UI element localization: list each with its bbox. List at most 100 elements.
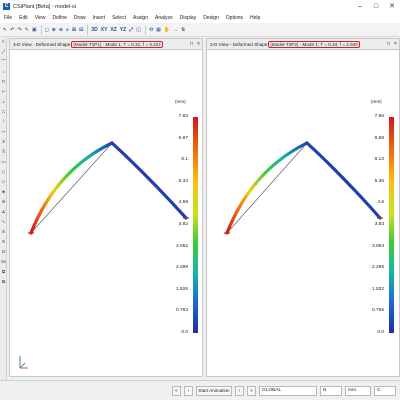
axes-triad-icon bbox=[14, 352, 34, 372]
next-step-button[interactable]: › bbox=[235, 386, 244, 396]
menu-analyze[interactable]: Analyze bbox=[155, 15, 173, 21]
draw-tool-button[interactable]: ⊺ bbox=[0, 118, 7, 126]
toolbar-button[interactable]: 3D bbox=[90, 25, 98, 35]
draw-tool-button[interactable]: ⊛ bbox=[0, 198, 7, 206]
toolbar-button[interactable]: XY bbox=[100, 25, 109, 35]
left-draw-toolbar: ↖ ╱ ⌒ ⌂ ⊓ ⊢ ⊥ ⎍ ⊺ ⊸ ⊻ ⊼ ▭ ▯ ◇ ◈ ⊛ ∡ ∿ ⋔ ≋ ⊡ ⋈ ⧉ ⊠ bbox=[0, 38, 7, 380]
draw-tool-button[interactable]: ╱ bbox=[0, 48, 7, 56]
minimize-button[interactable]: – bbox=[352, 0, 368, 13]
close-view-icon[interactable]: ✕ bbox=[195, 41, 202, 47]
draw-tool-button[interactable]: ⊥ bbox=[0, 98, 7, 106]
menu-bar: File Edit View Define Draw Insert Select… bbox=[0, 13, 400, 23]
draw-tool-button[interactable]: ≋ bbox=[0, 238, 7, 246]
draw-tool-button[interactable]: ⋈ bbox=[0, 258, 7, 266]
deformed-right-member bbox=[110, 141, 188, 220]
draw-tool-button[interactable]: ∿ bbox=[0, 218, 7, 226]
main-toolbar: ↖ ↶ ↷ ✎ ▣ ◻ ⊕ ⊖ ⌕ ⊞ ⊟ 3D XY XZ YZ ⤢ ◱ ⟲ ▦ ✋ ↔ ⇅ bbox=[0, 23, 400, 37]
menu-draw[interactable]: Draw bbox=[74, 15, 86, 21]
toolbar-button[interactable]: ✎ bbox=[24, 25, 30, 35]
scale-label: 3.064 bbox=[371, 243, 384, 249]
menu-options[interactable]: Options bbox=[226, 15, 243, 21]
contour-colorbar-right bbox=[389, 117, 394, 333]
viewport-left[interactable]: (mm) 7.63 6.87 6.1 5.34 4.58 3.82 3.052 2.289 1.… bbox=[9, 49, 203, 377]
menu-help[interactable]: Help bbox=[250, 15, 260, 21]
draw-tool-button[interactable]: ⋔ bbox=[0, 228, 7, 236]
scale-label: 0.763 bbox=[175, 308, 188, 314]
menu-display[interactable]: Display bbox=[180, 15, 196, 21]
scale-label: 5.36 bbox=[374, 178, 384, 184]
draw-tool-button[interactable]: ◈ bbox=[0, 188, 7, 196]
draw-tool-button[interactable]: ⊼ bbox=[0, 148, 7, 156]
toolbar-button[interactable]: ⊕ bbox=[51, 25, 57, 35]
toolbar-button[interactable]: XZ bbox=[109, 25, 117, 35]
menu-select[interactable]: Select bbox=[112, 15, 126, 21]
close-view-icon[interactable]: ✕ bbox=[392, 41, 399, 47]
draw-tool-button[interactable]: ▭ bbox=[0, 158, 7, 166]
toolbar-button[interactable]: ↖ bbox=[2, 25, 8, 35]
length-unit-select[interactable]: mm bbox=[345, 386, 371, 396]
draw-tool-button[interactable]: ⌂ bbox=[0, 68, 7, 76]
draw-tool-button[interactable]: ▯ bbox=[0, 168, 7, 176]
draw-tool-button[interactable]: ⎍ bbox=[0, 108, 7, 116]
toolbar-button[interactable]: ↶ bbox=[9, 25, 15, 35]
temperature-unit-select[interactable]: C bbox=[374, 386, 396, 396]
prev-step-button[interactable]: ‹ bbox=[184, 386, 193, 396]
toolbar-button[interactable]: ⤢ bbox=[128, 25, 134, 35]
draw-tool-button[interactable]: ⊻ bbox=[0, 138, 7, 146]
toolbar-button[interactable]: YZ bbox=[119, 25, 127, 35]
first-step-button[interactable]: « bbox=[172, 386, 181, 396]
toolbar-button[interactable]: ◱ bbox=[135, 25, 142, 35]
close-button[interactable]: ✕ bbox=[384, 0, 400, 13]
toolbar-button[interactable]: ◻ bbox=[44, 25, 50, 35]
scale-label: 3.052 bbox=[175, 243, 188, 249]
scale-label: 4.58 bbox=[178, 200, 188, 206]
toolbar-button[interactable]: ↷ bbox=[16, 25, 22, 35]
last-step-button[interactable]: » bbox=[247, 386, 256, 396]
draw-tool-button[interactable]: ⧉ bbox=[0, 268, 7, 276]
force-unit-select[interactable]: N bbox=[320, 386, 342, 396]
scale-label: 7.63 bbox=[178, 114, 188, 119]
draw-tool-button[interactable]: ⊸ bbox=[0, 128, 7, 136]
coord-system-select[interactable]: GLOBAL bbox=[259, 386, 317, 396]
scale-label: 2.298 bbox=[371, 265, 384, 271]
draw-tool-button[interactable]: ⊡ bbox=[0, 248, 7, 256]
toolbar-button[interactable]: ⟲ bbox=[148, 25, 154, 35]
toolbar-button[interactable]: ⊞ bbox=[71, 25, 77, 35]
toolbar-button[interactable]: ▣ bbox=[31, 25, 38, 35]
scale-label: 4.6 bbox=[377, 200, 384, 206]
menu-edit[interactable]: Edit bbox=[19, 15, 28, 21]
view-tab-right[interactable]: 3-D View - Deformed Shape (Model-T2P2) -… bbox=[206, 38, 400, 49]
menu-view[interactable]: View bbox=[35, 15, 46, 21]
draw-tool-button[interactable]: ⊓ bbox=[0, 78, 7, 86]
toolbar-button[interactable]: ⊖ bbox=[58, 25, 64, 35]
menu-define[interactable]: Define bbox=[52, 15, 66, 21]
toolbar-button[interactable]: ↔ bbox=[172, 25, 179, 35]
menu-design[interactable]: Design bbox=[203, 15, 219, 21]
menu-assign[interactable]: Assign bbox=[133, 15, 148, 21]
draw-tool-button[interactable]: ∡ bbox=[0, 208, 7, 216]
viewport-right[interactable]: (mm) 7.66 6.89 6.13 5.36 4.6 3.83 3.064 2.298 1.… bbox=[206, 49, 400, 377]
draw-tool-button[interactable]: ⊠ bbox=[0, 278, 7, 286]
window-controls: – □ ✕ bbox=[352, 0, 400, 13]
menu-file[interactable]: File bbox=[4, 15, 12, 21]
draw-tool-button[interactable]: ⊢ bbox=[0, 88, 7, 96]
toolbar-button[interactable]: ✋ bbox=[163, 25, 171, 35]
draw-tool-button[interactable]: ⌒ bbox=[0, 58, 7, 66]
toolbar-button[interactable]: ⇅ bbox=[180, 25, 186, 35]
undeformed-left-member bbox=[226, 142, 308, 234]
toolbar-button[interactable]: ⊟ bbox=[78, 25, 84, 35]
maximize-button[interactable]: □ bbox=[368, 0, 384, 13]
start-animation-button[interactable]: Start Animation bbox=[196, 386, 232, 396]
undeformed-left-member bbox=[30, 142, 113, 234]
draw-tool-button[interactable]: ↖ bbox=[0, 38, 7, 46]
scale-label: 1.526 bbox=[175, 286, 188, 292]
view-tab-left[interactable]: 3-D View - Deformed Shape (Model-T1P1) -… bbox=[9, 38, 203, 49]
toolbar-button[interactable]: ⌕ bbox=[65, 25, 70, 35]
pin-icon[interactable]: ⊓ bbox=[385, 41, 392, 47]
pin-icon[interactable]: ⊓ bbox=[188, 41, 195, 47]
scale-label: 0.0 bbox=[181, 330, 188, 335]
draw-tool-button[interactable]: ◇ bbox=[0, 178, 7, 186]
menu-insert[interactable]: Insert bbox=[93, 15, 106, 21]
toolbar-button[interactable]: ▦ bbox=[155, 25, 162, 35]
app-window: C CSiPlant [Beta] - model-si – □ ✕ File … bbox=[0, 0, 400, 400]
